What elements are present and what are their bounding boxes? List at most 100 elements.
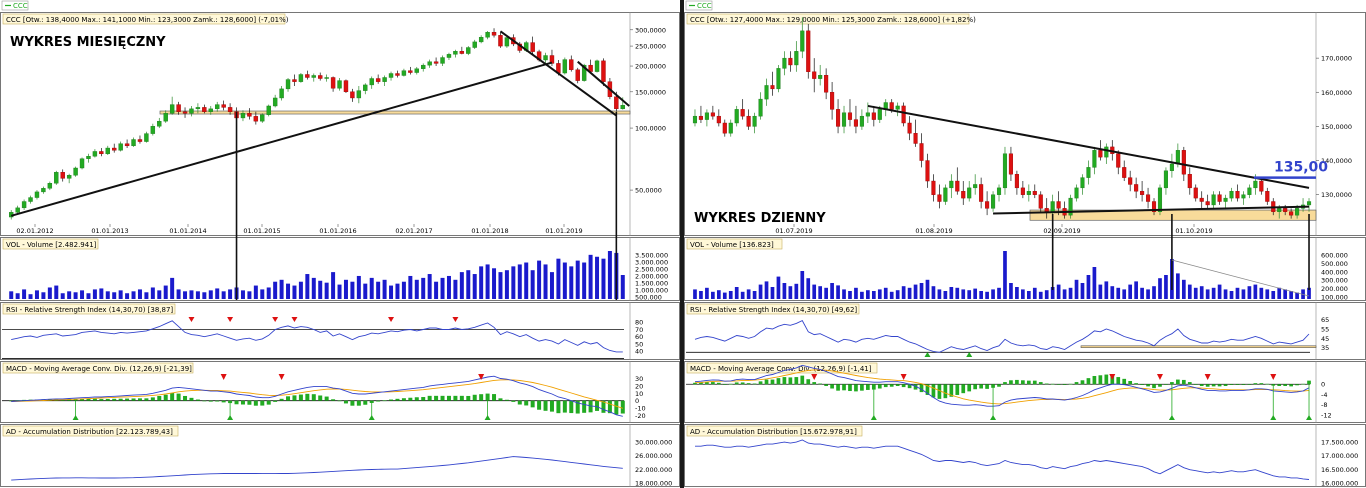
daily-chart[interactable]: CCC CCC [Otw.: 127,4000 Max.: 129,0000 Mi… (684, 0, 1366, 488)
rsi-axis-label: 55 (1321, 326, 1329, 334)
macd-hist-bar (620, 400, 625, 414)
ad-axis-label: 30.000.000 (635, 439, 672, 447)
volume-bar (401, 281, 406, 299)
macd-hist-bar (240, 400, 245, 405)
candle-body (28, 197, 33, 202)
volume-bar (1146, 289, 1150, 299)
volume-bar (1122, 289, 1127, 299)
candle-body (806, 30, 811, 72)
ad-header: AD - Accumulation Distribution [15.672.9… (690, 428, 857, 436)
macd-hist-bar (1003, 382, 1007, 385)
price-axis-label: 250,0000 (635, 43, 666, 51)
volume-bar (1110, 286, 1115, 299)
volume-bar (722, 292, 727, 299)
volume-bar (73, 292, 78, 299)
macd-hist-bar (961, 384, 966, 394)
macd-hist-bar (1086, 378, 1091, 385)
candle-body (710, 112, 715, 117)
candle-body (1229, 191, 1234, 199)
chart-tab[interactable]: CCC (1, 0, 29, 11)
volume-bar (466, 270, 471, 299)
candle-body (562, 59, 568, 74)
candle-body (202, 107, 207, 112)
volume-bar (208, 290, 213, 299)
macd-hist-bar (1062, 384, 1067, 385)
volume-bar (901, 286, 906, 299)
volume-axis-label: 200.000 (1321, 285, 1348, 293)
date-axis-label: 02.01.2012 (16, 227, 53, 235)
candle-body (824, 75, 829, 93)
macd-hist-bar (492, 394, 497, 401)
volume-bar (395, 283, 400, 299)
candle-body (1146, 194, 1151, 202)
volume-bar (1283, 289, 1288, 299)
candle-body (144, 133, 149, 142)
monthly-chart-window[interactable]: CCC CCC [Otw.: 138,4000 Max.: 141,1000 Mi… (0, 0, 680, 488)
macd-hist-bar (1104, 374, 1109, 385)
candle-body (21, 201, 27, 209)
macd-hist-bar (498, 398, 503, 401)
candle-body (740, 109, 745, 117)
macd-hist-bar (866, 384, 870, 390)
candle-body (614, 96, 619, 110)
volume-bar (479, 266, 484, 299)
candle-body (752, 115, 757, 127)
volume-bar (601, 258, 606, 299)
macd-hist-bar (537, 400, 542, 410)
volume-bar (812, 284, 817, 299)
macd-hist-bar (985, 384, 989, 389)
candle-body (1116, 153, 1121, 168)
volume-bar (22, 289, 27, 299)
date-axis-label: 01.01.2018 (471, 227, 508, 235)
candle-body (1157, 187, 1163, 212)
candle-body (163, 113, 168, 122)
candle-body (973, 184, 978, 189)
volume-bar (764, 281, 769, 299)
volume-bar (440, 277, 445, 299)
volume-bar (607, 251, 612, 299)
monthly-chart[interactable]: CCC CCC [Otw.: 138,4000 Max.: 141,1000 Mi… (0, 0, 680, 488)
candle-body (1014, 174, 1019, 189)
candle-body (991, 194, 996, 209)
macd-hist-bar (716, 382, 721, 385)
volume-bar (582, 262, 587, 299)
candle-body (124, 143, 130, 147)
volume-bar (266, 287, 271, 299)
macd-hist-bar (195, 399, 200, 401)
volume-bar (1026, 291, 1031, 299)
candle-body (728, 122, 733, 134)
macd-hist-bar (997, 384, 1001, 387)
candle-body (99, 151, 104, 155)
candle-body (41, 188, 46, 193)
candle-body (388, 73, 394, 78)
candle-body (955, 180, 960, 192)
candle-body (157, 120, 162, 127)
candle-body (472, 41, 477, 48)
volume-bar (949, 287, 954, 299)
macd-hist-bar (860, 384, 864, 391)
volume-bar (215, 288, 220, 299)
candle-body (716, 115, 721, 124)
macd-hist-bar (318, 395, 323, 401)
volume-bar (549, 272, 554, 299)
chart-tab[interactable]: CCC (685, 0, 713, 11)
candle-body (221, 104, 226, 108)
macd-hist-bar (1223, 384, 1228, 387)
macd-hist-bar (1187, 382, 1192, 385)
volume-bar (830, 283, 834, 299)
macd-hist-bar (614, 400, 619, 415)
volume-bar (620, 275, 625, 299)
candle-body (1128, 177, 1133, 185)
candle-body (543, 55, 548, 61)
volume-bar (740, 291, 745, 299)
candle-body (1181, 150, 1186, 175)
macd-hist-bar (202, 400, 207, 402)
volume-bar (1134, 281, 1138, 299)
daily-chart-window[interactable]: CCC CCC [Otw.: 127,4000 Max.: 129,0000 Mi… (684, 0, 1366, 488)
candle-body (788, 57, 793, 66)
volume-bar (47, 287, 52, 299)
ad-axis-label: 17.000.000 (1321, 452, 1358, 460)
macd-hist-bar (459, 395, 464, 401)
candle-body (131, 139, 136, 147)
volume-bar (848, 291, 852, 299)
